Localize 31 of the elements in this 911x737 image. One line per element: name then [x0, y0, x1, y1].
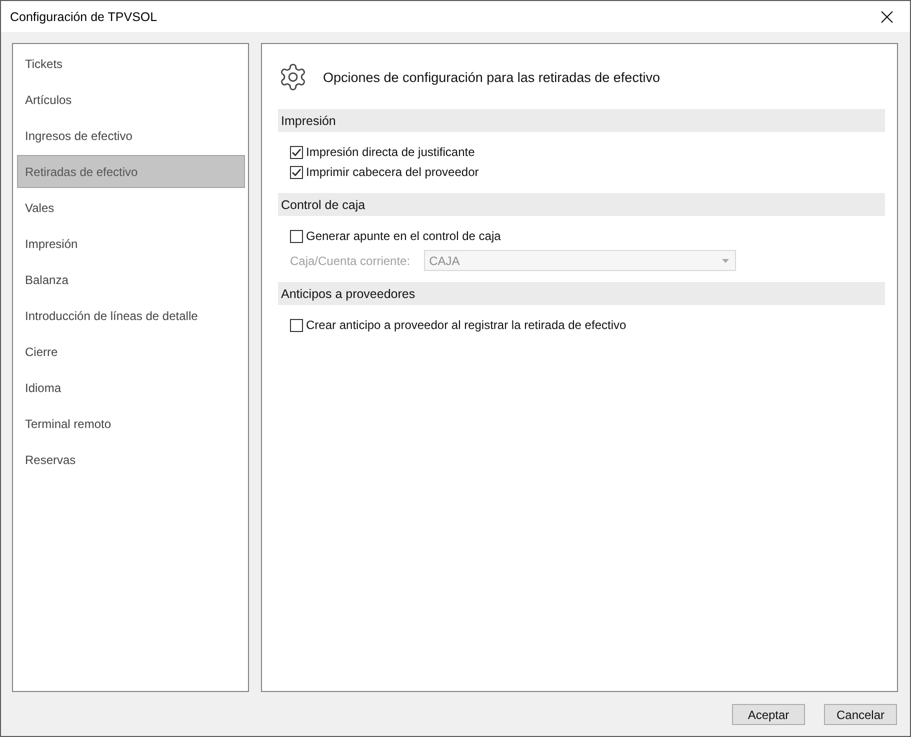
dropdown-caret-icon [722, 258, 730, 262]
sidebar-item[interactable]: Retiradas de efectivo [17, 155, 245, 188]
cancel-button[interactable]: Cancelar [824, 704, 897, 725]
checkbox[interactable] [290, 318, 303, 332]
checkbox[interactable] [290, 146, 303, 158]
sidebar-item[interactable]: Introducción de líneas de detalle [17, 299, 245, 332]
sidebar-item[interactable]: Impresión [17, 227, 245, 260]
section-header: Anticipos a proveedores [278, 282, 885, 305]
checkbox-label: Impresión directa de justificante [306, 145, 475, 159]
section-header: Control de caja [278, 193, 885, 216]
checkbox[interactable] [290, 166, 303, 178]
sidebar-item[interactable]: Reservas [17, 443, 245, 476]
sidebar-item[interactable]: Cierre [17, 335, 245, 368]
panel-heading: Opciones de configuración para las retiradas de efectivo [323, 70, 660, 84]
accept-button[interactable]: Aceptar [732, 704, 805, 725]
sidebar-item[interactable]: Ingresos de efectivo [17, 119, 245, 152]
sidebar-item[interactable]: Terminal remoto [17, 407, 245, 440]
sidebar-item[interactable]: Tickets [17, 47, 245, 80]
checkbox-label: Crear anticipo a proveedor al registrar la retirada de efectivo [306, 318, 626, 332]
close-icon [881, 10, 893, 22]
section-header: Impresión [278, 109, 885, 132]
sidebar-item[interactable]: Vales [17, 191, 245, 224]
window-title: Configuración de TPVSOL [10, 10, 158, 24]
sidebar-item[interactable]: Idioma [17, 371, 245, 404]
gear-icon [278, 62, 308, 92]
checkbox[interactable] [290, 230, 303, 242]
checkbox-label: Imprimir cabecera del proveedor [306, 165, 479, 179]
sidebar-item[interactable]: Balanza [17, 263, 245, 296]
field-label: Caja/Cuenta corriente: [290, 254, 410, 268]
checkbox-label: Generar apunte en el control de caja [306, 229, 501, 243]
sidebar-item[interactable]: Artículos [17, 83, 245, 116]
